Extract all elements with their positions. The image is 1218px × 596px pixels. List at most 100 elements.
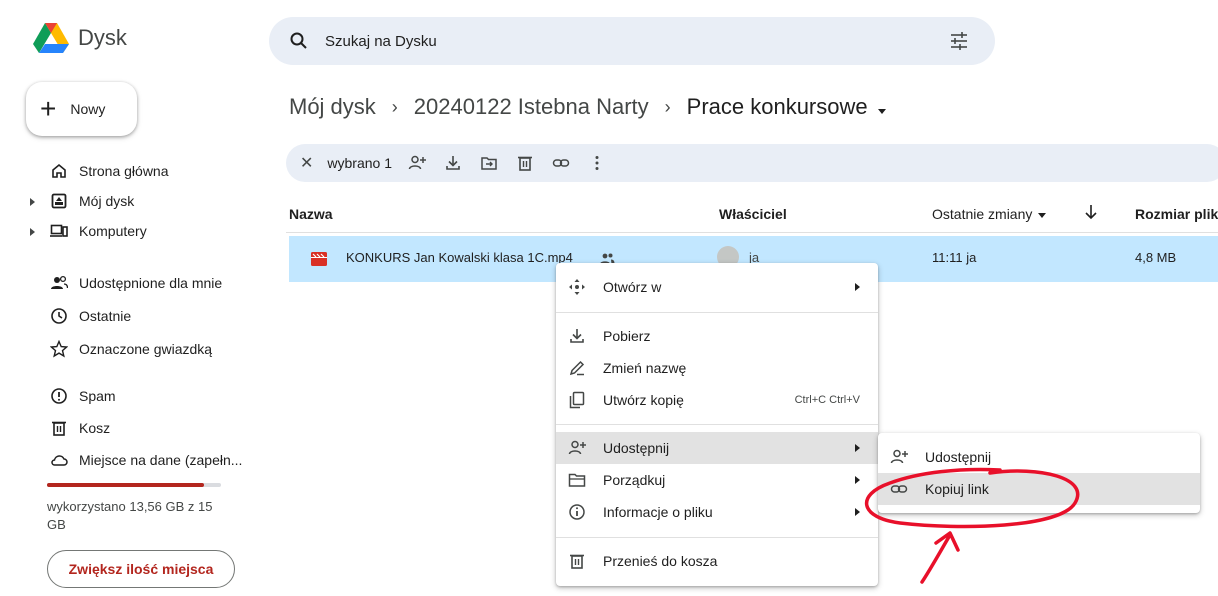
menu-item-rename[interactable]: Zmień nazwę: [556, 352, 878, 384]
my-drive-icon: [51, 193, 67, 209]
new-button[interactable]: + Nowy: [26, 82, 137, 136]
sidebar-item-label: Ostatnie: [79, 308, 132, 324]
menu-item-label: Utwórz kopię: [603, 392, 684, 408]
clock-icon: [51, 308, 67, 324]
submenu-item-share[interactable]: Udostępnij: [878, 441, 1200, 473]
breadcrumb: Mój dysk › 20240122 Istebna Narty › Prac…: [289, 94, 886, 120]
breadcrumb-item-current[interactable]: Prace konkursowe: [687, 94, 886, 120]
sidebar-item-label: Spam: [79, 388, 116, 404]
storage-bar-fill: [47, 483, 205, 487]
file-modified: 11:11 ja: [932, 250, 977, 265]
menu-item-open-with[interactable]: Otwórz w: [556, 271, 878, 303]
menu-divider: [556, 312, 878, 313]
sidebar-item-label: Udostępnione dla mnie: [79, 275, 223, 291]
menu-item-file-info[interactable]: Informacje o pliku: [556, 496, 878, 528]
menu-item-label: Kopiuj link: [925, 481, 989, 497]
trash-icon[interactable]: [516, 154, 534, 172]
sidebar-item-label: Miejsce na dane (zapełn...: [79, 452, 243, 468]
search-bar[interactable]: Szukaj na Dysku: [269, 17, 995, 65]
menu-divider: [556, 537, 878, 538]
sort-direction-icon[interactable]: [1083, 203, 1099, 221]
new-button-label: Nowy: [70, 101, 106, 117]
folder-icon: [568, 473, 586, 487]
search-options-icon[interactable]: [949, 31, 969, 51]
column-header-modified[interactable]: Ostatnie zmiany: [932, 206, 1047, 222]
move-icon[interactable]: [480, 154, 498, 172]
share-submenu: Udostępnij Kopiuj link: [878, 433, 1200, 513]
open-with-icon: [569, 279, 585, 295]
chevron-down-icon: [877, 109, 886, 114]
submenu-arrow-icon: [855, 508, 860, 516]
drive-logo[interactable]: Dysk: [33, 22, 127, 54]
menu-divider: [556, 424, 878, 425]
get-more-storage-button[interactable]: Zwiększ ilość miejsca: [47, 550, 235, 588]
breadcrumb-separator: ›: [391, 96, 398, 117]
annotation-arrow: [920, 531, 960, 584]
sidebar-item-label: Oznaczone gwiazdką: [79, 341, 213, 357]
drive-page: Dysk Szukaj na Dysku + Nowy Strona główn…: [0, 0, 1218, 596]
rename-icon: [569, 360, 585, 376]
expand-arrow-icon[interactable]: [30, 198, 35, 206]
storage-bar: [47, 483, 221, 487]
selection-count: wybrano 1: [327, 155, 392, 171]
link-icon: [890, 485, 908, 493]
column-header-size[interactable]: Rozmiar plik: [1135, 206, 1218, 222]
video-file-icon: [311, 252, 327, 266]
download-icon: [570, 329, 584, 343]
cloud-icon: [51, 455, 68, 466]
column-header-owner[interactable]: Właściciel: [719, 206, 787, 222]
trash-icon: [52, 421, 66, 436]
share-icon: [890, 449, 908, 464]
home-icon: [52, 163, 66, 178]
search-icon[interactable]: [289, 31, 309, 51]
share-icon: [568, 440, 586, 455]
expand-arrow-icon[interactable]: [30, 228, 35, 236]
submenu-item-copy-link[interactable]: Kopiuj link: [878, 473, 1200, 505]
menu-item-organize[interactable]: Porządkuj: [556, 464, 878, 496]
breadcrumb-item-my-drive[interactable]: Mój dysk: [289, 94, 376, 120]
download-icon[interactable]: [444, 154, 462, 172]
menu-item-move-to-trash[interactable]: Przenieś do kosza: [556, 545, 878, 577]
search-input[interactable]: Szukaj na Dysku: [325, 33, 437, 50]
sidebar-item-label: Mój dysk: [79, 193, 135, 209]
app-name: Dysk: [78, 25, 127, 50]
link-icon[interactable]: [552, 154, 570, 172]
storage-usage-text: wykorzystano 13,56 GB z 15 GB: [47, 499, 213, 532]
breadcrumb-separator: ›: [664, 96, 671, 117]
breadcrumb-item-folder[interactable]: 20240122 Istebna Narty: [414, 94, 649, 120]
file-size: 4,8 MB: [1135, 250, 1177, 265]
sidebar-item-label: Kosz: [79, 420, 111, 436]
trash-icon: [570, 554, 584, 569]
sidebar-item-label: Strona główna: [79, 163, 169, 179]
current-folder-label: Prace konkursowe: [686, 94, 868, 119]
selection-toolbar: ✕ wybrano 1: [286, 144, 1218, 182]
menu-item-label: Pobierz: [603, 328, 651, 344]
more-options-icon[interactable]: [588, 154, 606, 172]
context-menu: Otwórz w Pobierz Zmień nazwę Utwórz kopi…: [556, 263, 878, 586]
menu-item-label: Udostępnij: [603, 440, 670, 456]
menu-item-label: Otwórz w: [603, 279, 662, 295]
menu-item-shortcut: Ctrl+C Ctrl+V: [794, 394, 860, 406]
star-icon: [50, 340, 68, 358]
menu-item-label: Przenieś do kosza: [603, 553, 718, 569]
chevron-down-icon: [1038, 212, 1047, 218]
menu-item-label: Informacje o pliku: [603, 504, 713, 520]
submenu-arrow-icon: [855, 283, 860, 291]
file-name[interactable]: KONKURS Jan Kowalski klasa 1C.mp4: [346, 250, 573, 265]
computers-icon: [50, 224, 68, 237]
column-header-name[interactable]: Nazwa: [289, 206, 333, 222]
info-icon: [569, 504, 585, 520]
menu-item-download[interactable]: Pobierz: [556, 320, 878, 352]
drive-logo-icon: [33, 23, 69, 53]
menu-item-label: Porządkuj: [603, 472, 666, 488]
share-icon[interactable]: [408, 154, 426, 172]
menu-item-label: Zmień nazwę: [603, 360, 687, 376]
spam-icon: [51, 388, 67, 404]
clear-selection-icon[interactable]: ✕: [300, 153, 313, 173]
submenu-arrow-icon: [855, 444, 860, 452]
menu-item-make-copy[interactable]: Utwórz kopię Ctrl+C Ctrl+V: [556, 384, 878, 416]
menu-item-share[interactable]: Udostępnij: [556, 432, 878, 464]
column-header-modified-label: Ostatnie zmiany: [932, 206, 1033, 222]
header-divider: [286, 232, 1218, 233]
plus-icon: +: [40, 93, 57, 124]
